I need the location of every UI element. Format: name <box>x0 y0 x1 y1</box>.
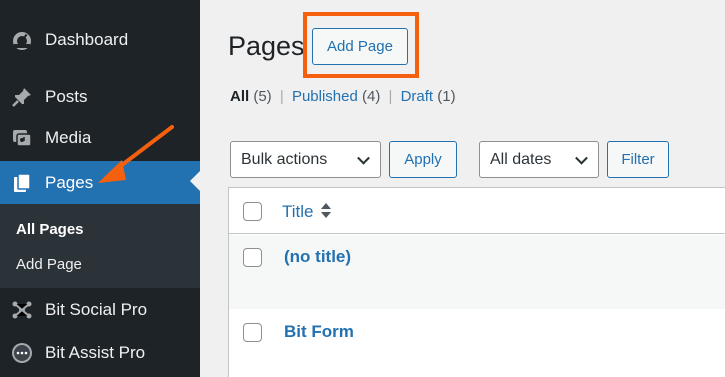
filter-draft-count: (1) <box>437 88 456 105</box>
chevron-down-icon <box>357 151 370 165</box>
sidebar-item-label: Bit Social Pro <box>45 300 148 319</box>
column-title-header[interactable]: Title <box>282 202 314 222</box>
row-title-link[interactable]: Bit Form <box>284 322 354 342</box>
table-row: (no title) <box>229 235 725 309</box>
row-title-link[interactable]: (no title) <box>284 247 351 267</box>
sidebar-item-label: Posts <box>45 87 88 106</box>
filter-separator: | <box>388 88 393 105</box>
pages-icon <box>10 171 34 195</box>
main-content: Pages Add Page All (5) | Published (4) |… <box>200 0 725 377</box>
date-filter-select[interactable]: All dates <box>479 141 599 178</box>
filter-button[interactable]: Filter <box>607 141 669 178</box>
pin-icon <box>10 85 34 109</box>
sidebar-item-label: Bit Assist Pro <box>45 343 146 362</box>
current-menu-notch <box>190 171 200 191</box>
row-checkbox[interactable] <box>243 248 262 267</box>
submenu-item-all-pages[interactable]: All Pages <box>16 221 84 238</box>
page-title: Pages <box>228 31 305 61</box>
row-checkbox[interactable] <box>243 323 262 342</box>
bit-social-icon <box>10 298 34 322</box>
sort-icon[interactable] <box>321 201 333 221</box>
dashboard-icon <box>10 28 34 52</box>
filter-draft[interactable]: Draft <box>401 88 434 105</box>
admin-sidebar: Dashboard Posts Media Pages All Pages Ad… <box>0 0 200 377</box>
status-filter-links: All (5) | Published (4) | Draft (1) <box>230 88 456 105</box>
annotation-highlight-box <box>303 12 419 78</box>
filter-all-count: (5) <box>253 88 272 105</box>
sidebar-item-dashboard[interactable]: Dashboard <box>0 20 200 60</box>
filter-published-count: (4) <box>362 88 381 105</box>
select-all-checkbox[interactable] <box>243 202 262 221</box>
bulk-actions-select[interactable]: Bulk actions <box>230 141 381 178</box>
sidebar-item-bit-social-pro[interactable]: Bit Social Pro <box>0 290 200 330</box>
bulk-actions-value: Bulk actions <box>241 150 328 168</box>
annotation-arrow <box>98 125 174 183</box>
media-icon <box>10 126 34 150</box>
filter-all[interactable]: All <box>230 88 249 105</box>
pages-table: Title (no title) Bit Form <box>228 187 725 377</box>
table-row: Bit Form <box>229 309 725 377</box>
date-filter-value: All dates <box>490 150 552 168</box>
filter-published[interactable]: Published <box>292 88 358 105</box>
chevron-down-icon <box>575 151 588 165</box>
pages-submenu: All Pages Add Page <box>0 204 200 288</box>
bit-assist-icon <box>10 341 34 365</box>
filter-separator: | <box>279 88 284 105</box>
apply-button[interactable]: Apply <box>389 141 457 178</box>
submenu-item-add-page[interactable]: Add Page <box>16 256 82 273</box>
sidebar-item-bit-assist-pro[interactable]: Bit Assist Pro <box>0 333 200 373</box>
sidebar-item-label: Dashboard <box>45 30 129 49</box>
sidebar-item-posts[interactable]: Posts <box>0 77 200 117</box>
table-header: Title <box>229 188 725 234</box>
